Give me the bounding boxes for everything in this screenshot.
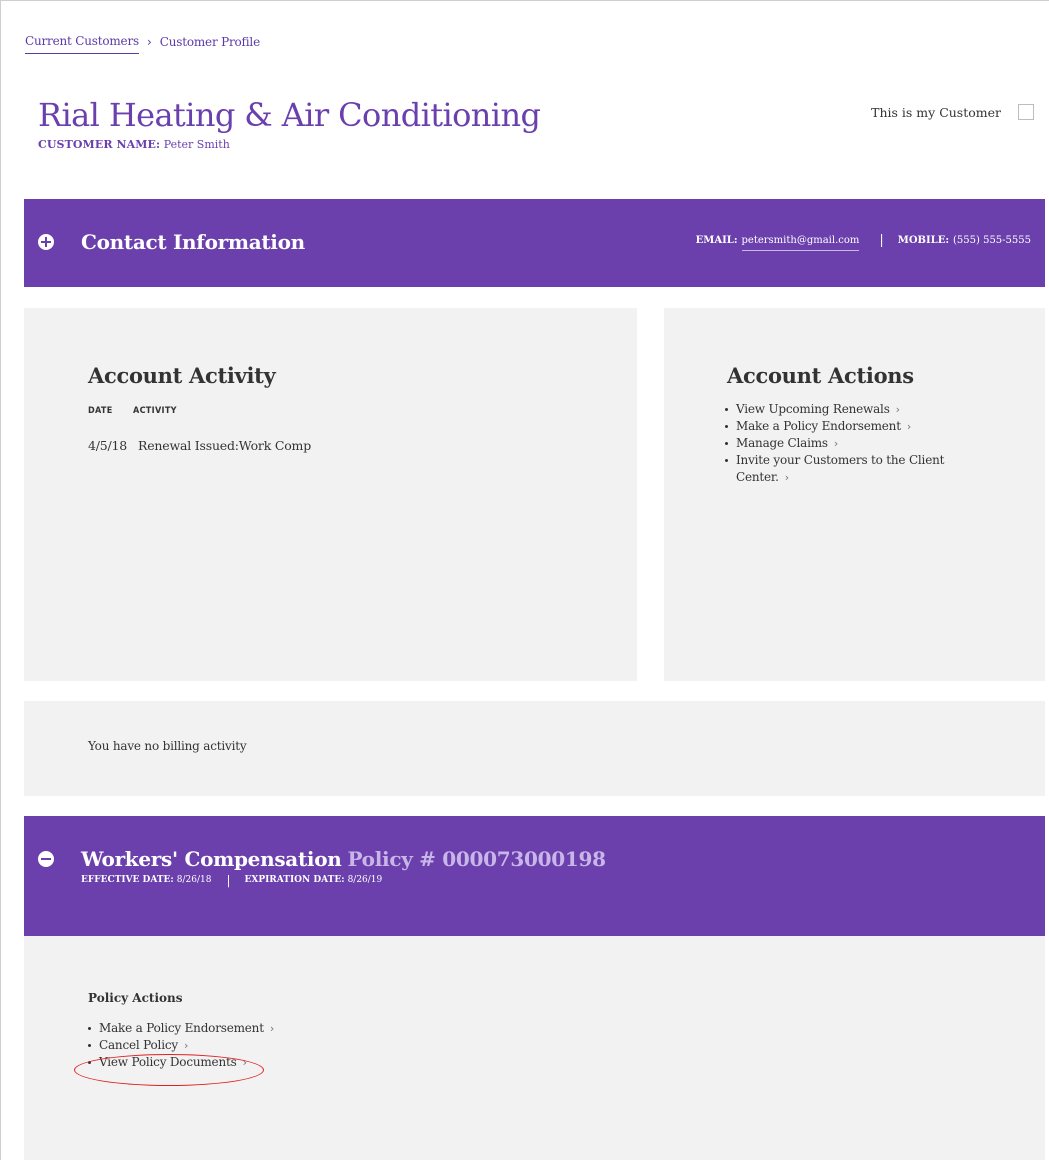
contact-information-bar[interactable]: Contact Information EMAIL: petersmith@gm… [24,199,1045,287]
account-actions-list: View Upcoming Renewals › Make a Policy En… [725,401,965,486]
effective-date-value: 8/26/18 [176,875,212,885]
chevron-right-icon: › [895,403,900,416]
action-label: View Upcoming Renewals [736,402,890,416]
action-view-upcoming-renewals[interactable]: View Upcoming Renewals › [725,401,965,418]
policy-action-label: Make a Policy Endorsement [99,1021,264,1035]
chevron-right-icon: › [906,420,912,433]
action-invite-customers[interactable]: Invite your Customers to the Client Cent… [725,452,965,486]
action-make-policy-endorsement[interactable]: Make a Policy Endorsement › [725,418,965,435]
my-customer-toggle[interactable]: This is my Customer [871,104,1034,120]
customer-name: CUSTOMER NAME: Peter Smith [38,138,230,151]
policy-name: Workers' Compensation [81,847,342,871]
account-actions-title: Account Actions [727,363,914,388]
policy-bar[interactable]: Workers' Compensation Policy # 0000730001… [24,816,1045,936]
account-activity-panel: Account Activity DATE ACTIVITY 4/5/18 Re… [24,308,637,681]
policy-title[interactable]: Workers' Compensation Policy # 0000730001… [81,847,606,871]
chevron-right-icon: › [784,471,789,484]
activity-row-activity: Renewal Issued:Work Comp [138,438,312,453]
email-link[interactable]: petersmith@gmail.com [741,235,860,251]
page-title: Rial Heating & Air Conditioning [38,96,541,134]
action-label: Manage Claims [736,436,828,450]
billing-panel: You have no billing activity [24,701,1045,796]
red-highlight-ellipse [74,1054,264,1086]
action-label: Invite your Customers to the Client Cent… [736,453,945,484]
policy-action-cancel-policy[interactable]: Cancel Policy › [88,1037,388,1054]
contact-divider: | [879,233,884,248]
action-label: Make a Policy Endorsement [736,419,901,433]
expand-plus-icon[interactable] [38,234,54,250]
policy-action-label: Cancel Policy [99,1038,178,1052]
customer-name-value: Peter Smith [163,138,230,151]
breadcrumb-current-page: Customer Profile [159,34,260,49]
breadcrumb-separator-icon: › [146,34,152,49]
chevron-right-icon: › [183,1039,189,1052]
activity-activity-header: ACTIVITY [133,406,177,416]
policy-actions-panel: Policy Actions Make a Policy Endorsement… [24,936,1045,1160]
expiration-date-label: EXPIRATION DATE: [244,875,345,885]
activity-date-header: DATE [88,406,113,416]
breadcrumb: Current Customers › Customer Profile [25,34,260,54]
customer-name-label: CUSTOMER NAME: [38,138,161,151]
activity-row-date: 4/5/18 [88,438,128,453]
breadcrumb-current-customers-link[interactable]: Current Customers [25,34,139,54]
contact-information-title[interactable]: Contact Information [81,230,305,254]
expiration-date-value: 8/26/19 [347,875,383,885]
policy-actions-title: Policy Actions [88,991,183,1005]
account-actions-panel: Account Actions View Upcoming Renewals › … [664,308,1045,681]
policy-number: Policy # 000073000198 [347,847,606,871]
my-customer-label: This is my Customer [871,104,1001,120]
billing-message: You have no billing activity [88,739,247,753]
action-manage-claims[interactable]: Manage Claims › [725,435,965,452]
policy-dates: EFFECTIVE DATE: 8/26/18 | EXPIRATION DAT… [81,873,383,887]
mobile-label: MOBILE: [897,235,950,246]
email-label: EMAIL: [695,235,738,246]
chevron-right-icon: › [269,1022,275,1035]
policy-action-make-endorsement[interactable]: Make a Policy Endorsement › [88,1020,388,1037]
chevron-right-icon: › [833,437,839,450]
my-customer-checkbox[interactable] [1018,104,1034,120]
policy-dates-divider: | [226,873,231,887]
contact-meta: EMAIL: petersmith@gmail.com | MOBILE: (5… [695,233,1031,251]
collapse-minus-icon[interactable] [38,851,54,867]
mobile-value: (555) 555-5555 [953,235,1031,246]
account-activity-title: Account Activity [88,363,276,388]
effective-date-label: EFFECTIVE DATE: [81,875,174,885]
